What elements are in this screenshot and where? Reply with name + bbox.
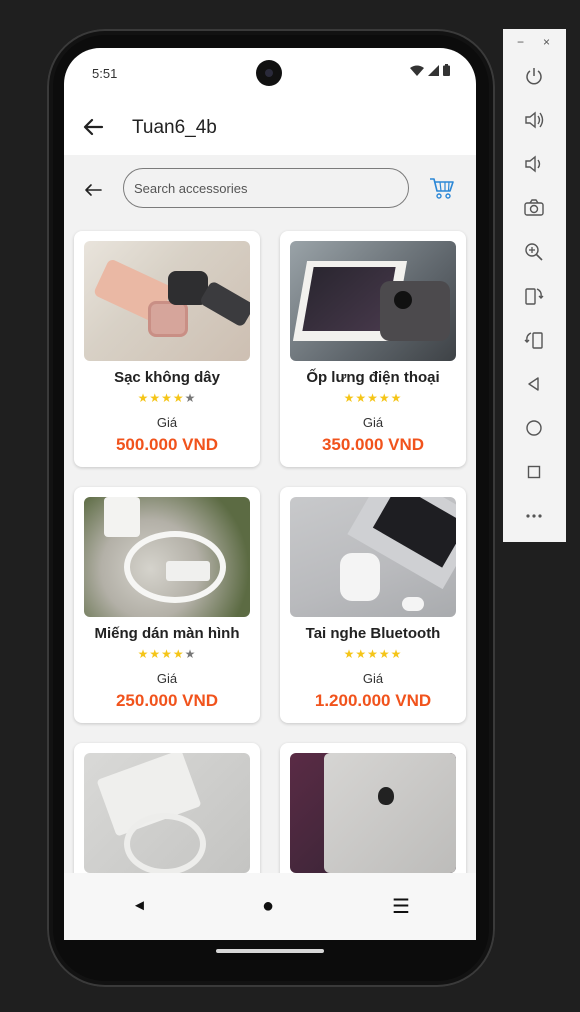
more-icon[interactable] — [521, 503, 547, 529]
product-card[interactable]: Sạc không dây ★★★★★ Giá 500.000 VND — [74, 231, 260, 467]
status-icons — [410, 64, 450, 76]
product-card[interactable]: Tai nghe Bluetooth ★★★★★ Giá 1.200.000 V… — [280, 487, 466, 723]
home-indicator — [216, 949, 324, 953]
search-back-arrow-icon[interactable] — [82, 179, 104, 201]
rotate-right-icon[interactable] — [521, 327, 547, 353]
product-card[interactable] — [280, 743, 466, 873]
front-camera — [256, 60, 282, 86]
power-icon[interactable] — [521, 63, 547, 89]
volume-up-icon[interactable] — [521, 107, 547, 133]
product-price: 250.000 VND — [115, 691, 219, 710]
price-label: Giá — [156, 415, 178, 430]
product-name: Miếng dán màn hình — [94, 625, 240, 642]
product-price: 1.200.000 VND — [314, 691, 432, 710]
rating-stars: ★★★★★ — [137, 647, 197, 661]
zoom-icon[interactable] — [521, 239, 547, 265]
signal-icon — [428, 64, 439, 76]
product-card[interactable] — [74, 743, 260, 873]
home-icon[interactable] — [521, 415, 547, 441]
camera-icon[interactable] — [521, 195, 547, 221]
close-button[interactable]: × — [543, 35, 550, 49]
product-grid: Sạc không dây ★★★★★ Giá 500.000 VND Ốp l… — [64, 221, 476, 873]
cart-icon[interactable] — [429, 176, 455, 200]
emulator-side-panel: − × — [503, 29, 566, 542]
product-image-earbuds — [290, 497, 456, 617]
nav-home-button[interactable]: ● — [262, 895, 274, 918]
navigation-bar: ◄ ● ☰ — [64, 873, 476, 940]
device-screen: 5:51 Tuan6_4b Search accessories Sạc khô… — [64, 48, 476, 940]
status-time: 5:51 — [92, 66, 118, 81]
page-title: Tuan6_4b — [132, 117, 217, 138]
battery-icon — [443, 64, 450, 76]
wifi-icon — [410, 65, 424, 76]
search-input[interactable] — [123, 168, 409, 208]
product-image-tablet — [290, 753, 456, 873]
product-image-charger-cable — [84, 497, 250, 617]
product-image-phone-case — [290, 241, 456, 361]
app-bar: Tuan6_4b — [64, 100, 476, 155]
nav-recents-button[interactable]: ☰ — [392, 894, 410, 919]
minimize-button[interactable]: − — [517, 35, 524, 49]
rating-stars: ★★★★★ — [137, 391, 197, 405]
nav-back-button[interactable]: ◄ — [132, 897, 147, 914]
rotate-left-icon[interactable] — [521, 283, 547, 309]
product-image-magsafe — [84, 753, 250, 873]
price-label: Giá — [156, 671, 178, 686]
product-card[interactable]: Miếng dán màn hình ★★★★★ Giá 250.000 VND — [74, 487, 260, 723]
volume-down-icon[interactable] — [521, 151, 547, 177]
product-name: Sạc không dây — [114, 369, 220, 386]
product-name: Tai nghe Bluetooth — [305, 625, 441, 642]
overview-icon[interactable] — [521, 459, 547, 485]
price-label: Giá — [362, 671, 384, 686]
product-image-smartwatch — [84, 241, 250, 361]
price-label: Giá — [362, 415, 384, 430]
product-price: 350.000 VND — [321, 435, 425, 454]
product-price: 500.000 VND — [115, 435, 219, 454]
back-arrow-icon[interactable] — [78, 112, 108, 142]
back-icon[interactable] — [521, 371, 547, 397]
status-bar: 5:51 — [64, 48, 476, 100]
product-name: Ốp lưng điện thoại — [306, 369, 440, 386]
rating-stars: ★★★★★ — [343, 391, 403, 405]
rating-stars: ★★★★★ — [343, 647, 403, 661]
search-bar — [64, 155, 476, 221]
product-card[interactable]: Ốp lưng điện thoại ★★★★★ Giá 350.000 VND — [280, 231, 466, 467]
